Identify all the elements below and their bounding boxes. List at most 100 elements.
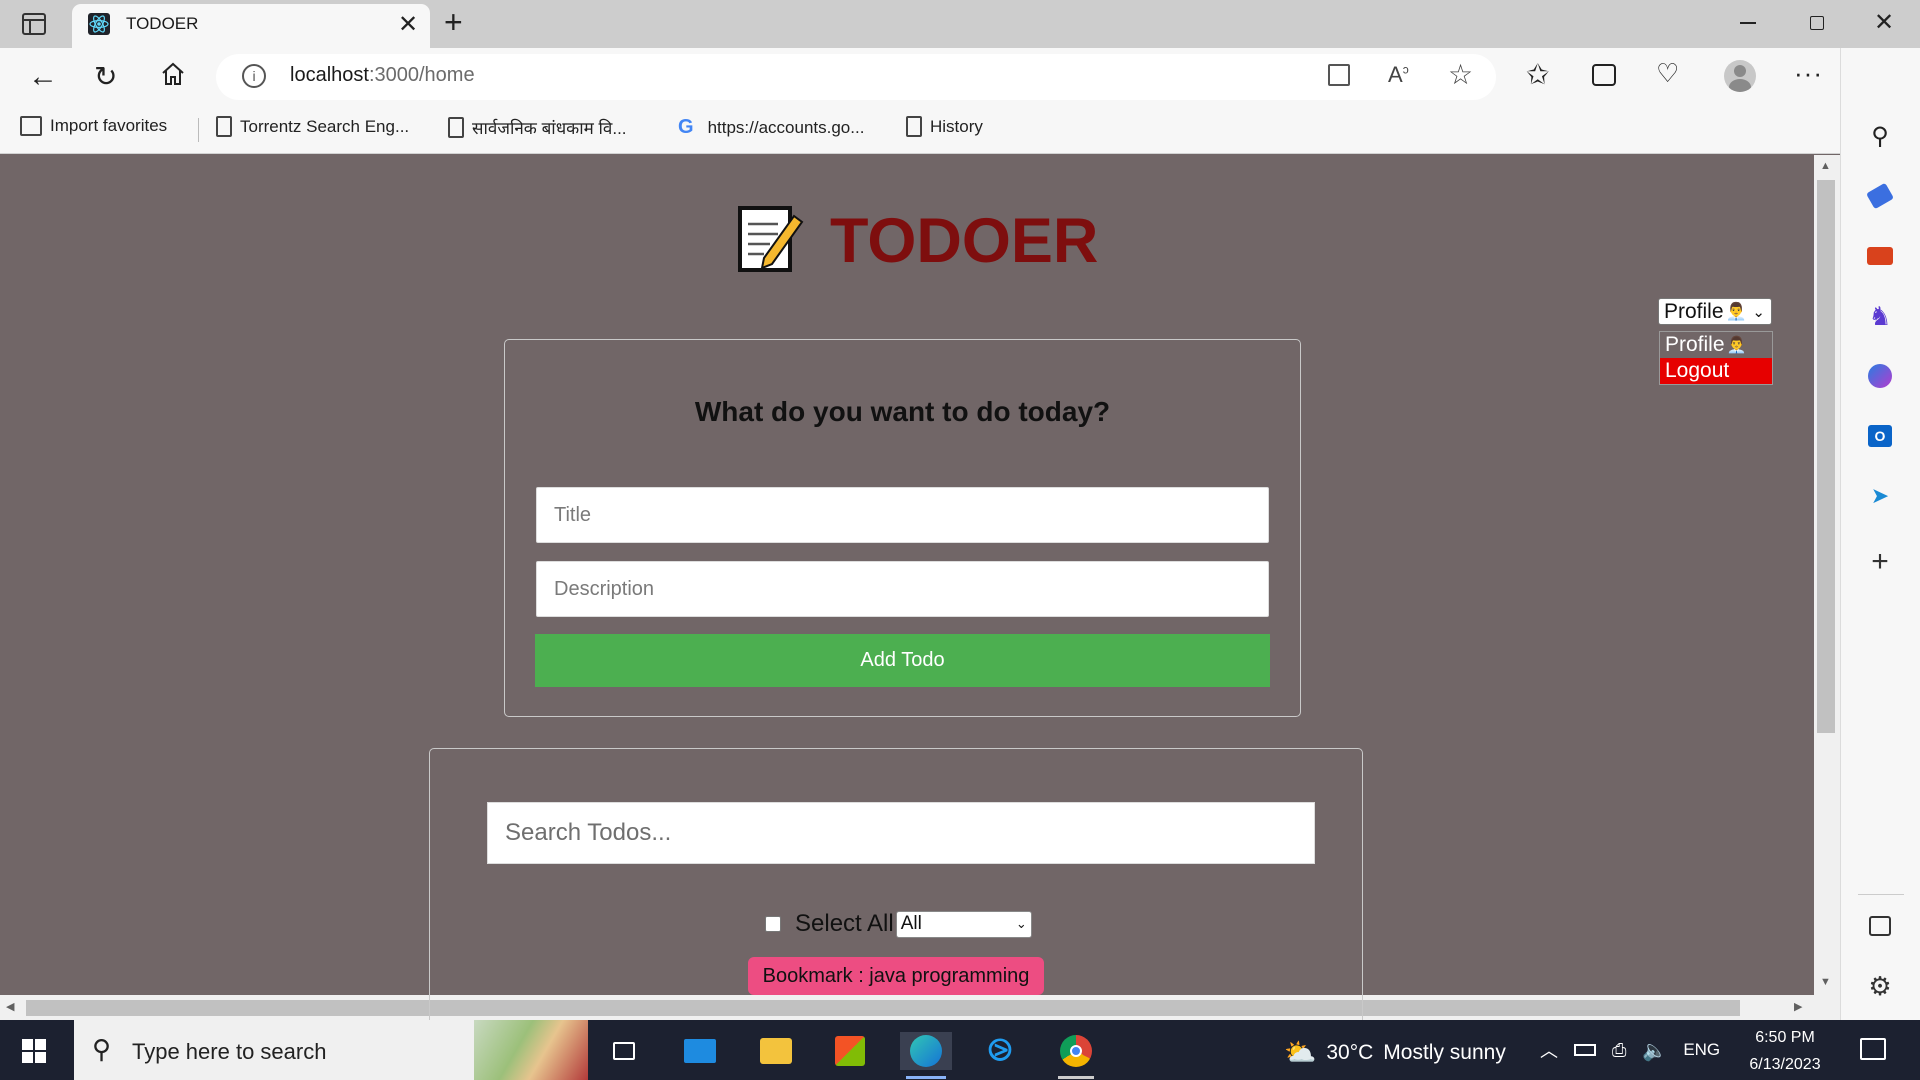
bookmark-badge[interactable]: Bookmark : java programming [748, 957, 1044, 995]
favorite-star-icon[interactable]: ☆ [1448, 58, 1473, 91]
close-window-icon[interactable]: ✕ [1874, 8, 1894, 37]
url-path: :3000/home [368, 64, 475, 86]
profile-select-label: Profile [1664, 299, 1724, 323]
notifications-icon[interactable] [1860, 1038, 1886, 1060]
menu-item-label: Profile [1665, 333, 1725, 356]
sun-cloud-icon: ⛅ [1284, 1037, 1317, 1067]
outlook-icon[interactable]: O [1864, 420, 1896, 452]
favorite-label: History [930, 116, 983, 136]
chevron-down-icon: ⌄ [1015, 916, 1027, 931]
chevron-down-icon: ⌄ [1752, 303, 1765, 321]
weather-temp: 30°C [1326, 1040, 1374, 1064]
battery-icon[interactable] [1574, 1044, 1596, 1056]
read-aloud-icon[interactable]: Aɔ [1388, 62, 1409, 88]
minimize-icon[interactable] [1740, 22, 1756, 24]
favorite-label: https://accounts.go... [707, 117, 865, 137]
react-icon [88, 13, 110, 35]
scroll-right-icon[interactable]: ▶ [1794, 1000, 1802, 1013]
clock-date: 6/13/2023 [1749, 1056, 1821, 1073]
vscode-icon[interactable]: ⧁ [980, 1032, 1020, 1070]
tab-title: TODOER [126, 14, 199, 33]
favorites-icon[interactable]: ✩ [1526, 58, 1549, 91]
add-todo-button[interactable]: Add Todo [535, 634, 1270, 687]
search-todos-input[interactable] [487, 802, 1315, 864]
sidebar-divider [1858, 894, 1904, 895]
profile-menu: Profile 👨‍💼 Logout [1659, 331, 1773, 385]
clock-time: 6:50 PM [1755, 1029, 1815, 1046]
send-icon[interactable]: ➤ [1864, 480, 1896, 512]
volume-icon[interactable]: 🔈 [1642, 1038, 1667, 1063]
taskbar-clock[interactable]: 6:50 PM 6/13/2023 [1740, 1024, 1830, 1078]
scroll-up-icon[interactable]: ▲ [1820, 160, 1831, 172]
settings-more-icon[interactable]: ··· [1794, 58, 1823, 89]
tab-actions-icon[interactable] [22, 13, 46, 35]
add-icon[interactable]: + [1864, 545, 1896, 578]
running-app-indicator [1058, 1076, 1094, 1079]
site-info-icon[interactable]: i [242, 64, 266, 88]
tools-icon[interactable] [1864, 240, 1896, 272]
microsoft365-icon[interactable] [1864, 360, 1896, 392]
select-all-label: Select All [795, 910, 894, 937]
scroll-down-icon[interactable]: ▼ [1820, 976, 1831, 988]
profile-select[interactable]: Profile 👨‍💼 ⌄ [1658, 298, 1772, 325]
scroll-left-icon[interactable]: ◀ [6, 1000, 14, 1013]
menu-item-logout[interactable]: Logout [1660, 358, 1772, 384]
app-available-icon[interactable] [1328, 64, 1350, 86]
search-highlight-image [474, 1020, 588, 1080]
favorite-google-accounts[interactable]: G https://accounts.go... [678, 116, 864, 139]
search-icon: ⚲ [92, 1034, 112, 1064]
chevron-up-icon[interactable]: ︿ [1540, 1037, 1558, 1063]
favorites-divider [198, 118, 199, 142]
page-icon [216, 116, 232, 137]
new-tab-icon[interactable]: + [444, 4, 463, 41]
vertical-scroll-thumb[interactable] [1817, 180, 1835, 733]
favorite-history[interactable]: History [906, 116, 983, 137]
system-tray: ︿ ⎙ 🔈 ENG [1540, 1037, 1720, 1063]
meet-now-icon[interactable]: ⎙ [1612, 1040, 1626, 1061]
favorite-import[interactable]: Import favorites [20, 116, 167, 136]
chrome-icon[interactable] [1056, 1032, 1096, 1070]
language-indicator[interactable]: ENG [1683, 1040, 1720, 1060]
microsoft-store-icon[interactable] [830, 1032, 870, 1070]
weather-widget[interactable]: ⛅ 30°C Mostly sunny [1284, 1037, 1506, 1068]
title-input[interactable] [536, 487, 1269, 543]
back-icon[interactable]: ← [28, 60, 58, 94]
avatar[interactable] [1724, 60, 1756, 92]
select-all-row: Select All All ⌄ [765, 910, 1032, 938]
split-screen-icon[interactable] [1864, 910, 1896, 942]
task-view-icon[interactable] [604, 1032, 644, 1070]
description-input[interactable] [536, 561, 1269, 617]
menu-item-profile[interactable]: Profile 👨‍💼 [1660, 332, 1772, 358]
app-title: TODOER [830, 206, 1099, 276]
form-heading: What do you want to do today? [694, 396, 1111, 427]
favorite-label: Torrentz Search Eng... [240, 116, 410, 136]
search-icon[interactable]: ⚲ [1864, 120, 1896, 152]
favorite-torrentz[interactable]: Torrentz Search Eng... [216, 116, 409, 137]
google-icon: G [678, 116, 694, 138]
select-all-checkbox[interactable] [765, 916, 781, 932]
windows-start-icon[interactable] [22, 1039, 46, 1063]
url-text[interactable]: localhost:3000/home [290, 64, 475, 87]
favorite-label: Import favorites [50, 116, 168, 135]
mail-icon[interactable] [680, 1032, 720, 1070]
filter-select[interactable]: All ⌄ [895, 910, 1032, 938]
favorite-marathi[interactable]: सार्वजनिक बांधकाम वि... [448, 116, 627, 139]
active-app-indicator [906, 1076, 946, 1079]
gear-icon[interactable]: ⚙ [1864, 970, 1896, 1002]
refresh-icon[interactable]: ↻ [94, 60, 117, 93]
restore-icon[interactable] [1810, 16, 1824, 30]
person-icon: 👨‍💼 [1726, 337, 1747, 354]
notepad-pencil-icon [734, 202, 806, 274]
page-icon [448, 117, 464, 138]
edge-icon[interactable] [900, 1032, 952, 1070]
page-icon [906, 116, 922, 137]
favorite-label: सार्वजनिक बांधकाम वि... [472, 119, 627, 138]
shopping-tag-icon[interactable] [1864, 180, 1896, 212]
collections-icon[interactable] [1592, 64, 1616, 86]
home-icon[interactable] [160, 62, 186, 91]
close-tab-icon[interactable]: ✕ [398, 10, 418, 39]
file-explorer-icon[interactable] [756, 1032, 796, 1070]
browser-essentials-icon[interactable]: ♡ [1656, 58, 1679, 89]
games-icon[interactable]: ♞ [1864, 300, 1896, 332]
weather-text: Mostly sunny [1383, 1040, 1506, 1064]
